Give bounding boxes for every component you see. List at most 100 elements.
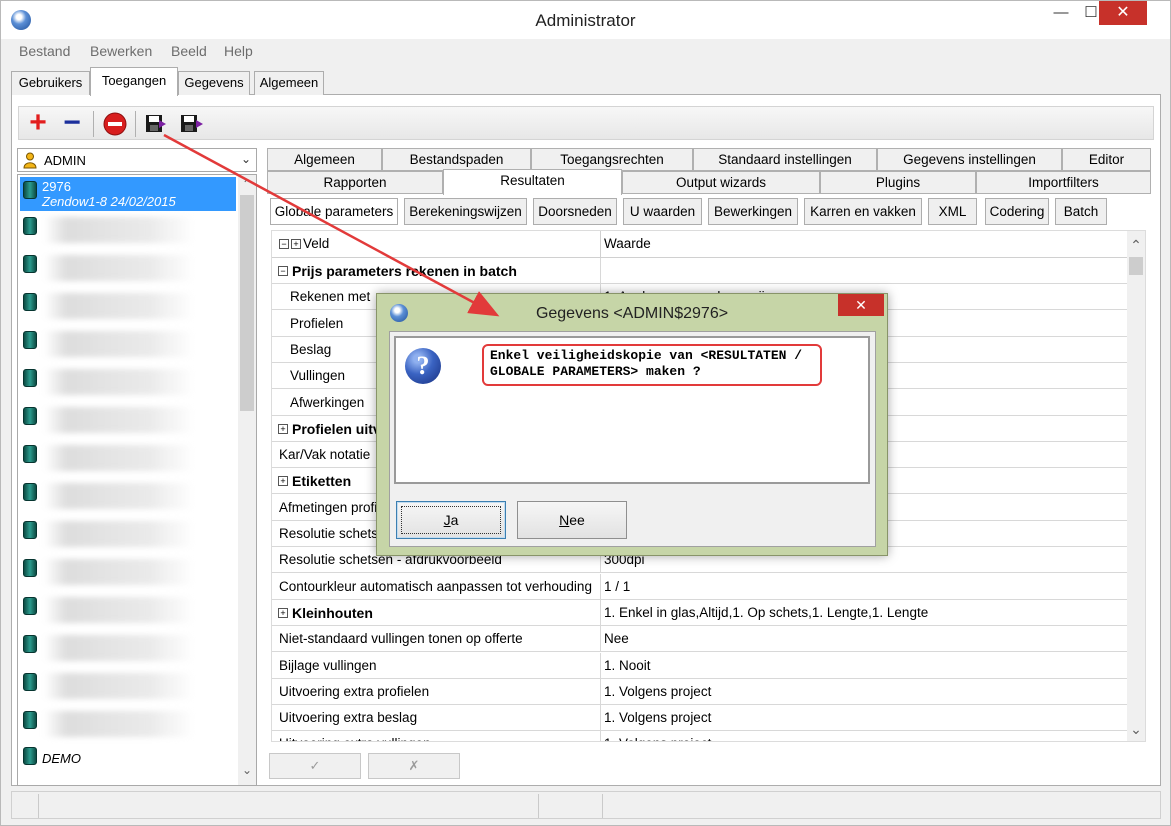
toolbar-separator	[135, 111, 136, 137]
list-item[interactable]	[20, 327, 236, 361]
row-value[interactable]: 1. Volgens project	[602, 731, 1127, 741]
tab-rapporten[interactable]: Rapporten	[267, 171, 443, 194]
list-item[interactable]	[20, 289, 236, 323]
chevron-down-icon[interactable]: ⌄	[241, 152, 251, 166]
list-item[interactable]	[20, 707, 236, 741]
save-import-icon[interactable]	[179, 111, 205, 137]
row-value[interactable]	[602, 258, 1127, 284]
list-item[interactable]	[20, 593, 236, 627]
tab-output-wizards[interactable]: Output wizards	[622, 171, 820, 194]
u-waarden-button[interactable]: U waarden	[623, 198, 702, 225]
add-icon[interactable]: +	[25, 108, 51, 138]
expand-all-icon[interactable]: +	[291, 239, 301, 250]
tab-plugins[interactable]: Plugins	[820, 171, 976, 194]
tab-resultaten[interactable]: Resultaten	[443, 169, 622, 195]
list-item[interactable]	[20, 479, 236, 513]
batch-button[interactable]: Batch	[1055, 198, 1107, 225]
list-item[interactable]	[20, 365, 236, 399]
tab-toegangen[interactable]: Toegangen	[90, 67, 178, 96]
list-item[interactable]	[20, 251, 236, 285]
tab-editor[interactable]: Editor	[1062, 148, 1151, 171]
tab-importfilters[interactable]: Importfilters	[976, 171, 1151, 194]
tab-toegangsrechten[interactable]: Toegangsrechten	[531, 148, 693, 171]
globale-parameters-button[interactable]: Globale parameters	[270, 198, 398, 225]
tab-standaard-instellingen[interactable]: Standaard instellingen	[693, 148, 877, 171]
scroll-down-icon[interactable]: ⌄	[1127, 721, 1145, 738]
table-row[interactable]: Contourkleur automatisch aanpassen tot v…	[272, 573, 1127, 600]
scroll-thumb[interactable]	[1129, 257, 1143, 275]
row-field: Uitvoering extra vullingen	[272, 731, 601, 741]
menu-bewerken[interactable]: Bewerken	[90, 43, 152, 59]
table-row[interactable]: Uitvoering extra vullingen1. Volgens pro…	[272, 731, 1127, 741]
scroll-thumb[interactable]	[240, 195, 254, 411]
list-item[interactable]	[20, 403, 236, 437]
confirm-button[interactable]: ✓	[269, 753, 361, 779]
database-subtitle: Zendow1-8 24/02/2015	[42, 194, 176, 209]
dialog-title: Gegevens <ADMIN$2976>	[535, 305, 729, 322]
no-button[interactable]: Nee	[517, 501, 627, 539]
row-field: Prijs parameters rekenen in batch	[272, 258, 601, 284]
row-value[interactable]: 1. Enkel in glas,Altijd,1. Op schets,1. …	[602, 600, 1127, 626]
dialog-message-line: GLOBALE PARAMETERS> maken ?	[490, 364, 701, 379]
minimize-button[interactable]: —	[1044, 1, 1078, 25]
table-row[interactable]: Uitvoering extra beslag 1. Volgens projec…	[272, 705, 1127, 732]
dialog-body: ? Enkel veiligheidskopie van <RESULTATEN…	[389, 331, 876, 547]
status-bar	[11, 791, 1161, 819]
table-row[interactable]: + Kleinhouten 1. Enkel in glas,Altijd,1. O…	[272, 599, 1127, 626]
berekeningswijzen-button[interactable]: Berekeningswijzen	[404, 198, 527, 225]
redacted-text	[44, 635, 194, 661]
tab-gegevens-instellingen[interactable]: Gegevens instellingen	[877, 148, 1062, 171]
list-item[interactable]	[20, 669, 236, 703]
bewerkingen-button[interactable]: Bewerkingen	[708, 198, 798, 225]
stop-icon[interactable]	[102, 111, 128, 137]
table-row[interactable]: Niet-standaard vullingen tonen op offert…	[272, 626, 1127, 653]
list-item[interactable]	[20, 441, 236, 475]
close-button[interactable]: ✕	[1099, 1, 1147, 25]
list-item[interactable]: DEMO	[20, 743, 236, 777]
database-icon	[23, 483, 37, 501]
scroll-down-icon[interactable]: ⌄	[238, 763, 256, 777]
tab-bestandspaden[interactable]: Bestandspaden	[382, 148, 531, 171]
menu-bestand[interactable]: Bestand	[19, 43, 70, 59]
scroll-up-icon[interactable]: ⌃	[238, 177, 256, 191]
tab-gebruikers[interactable]: Gebruikers	[11, 71, 90, 95]
dialog-message-line: Enkel veiligheidskopie van <RESULTATEN /	[490, 348, 803, 363]
database-list[interactable]: 2976 Zendow1-8 24/02/2015 DEMO ⌃ ⌄	[17, 174, 257, 786]
list-item[interactable]	[20, 213, 236, 247]
tab-gegevens[interactable]: Gegevens	[178, 71, 250, 95]
user-combo[interactable]: ADMIN ⌄	[17, 148, 257, 172]
grid-scrollbar[interactable]: ⌃ ⌄	[1127, 231, 1145, 741]
table-row[interactable]: − Prijs parameters rekenen in batch	[272, 258, 1127, 284]
dialog-close-button[interactable]: ✕	[838, 294, 884, 316]
table-row[interactable]: Bijlage vullingen 1. Nooit	[272, 652, 1127, 679]
list-item[interactable]: 2976 Zendow1-8 24/02/2015	[20, 177, 236, 211]
codering-button[interactable]: Codering	[985, 198, 1049, 225]
collapse-all-icon[interactable]: −	[279, 239, 289, 250]
list-scrollbar[interactable]: ⌃ ⌄	[238, 175, 256, 785]
xml-button[interactable]: XML	[928, 198, 977, 225]
save-export-icon[interactable]	[144, 111, 170, 137]
redacted-text	[44, 559, 194, 585]
karren-en-vakken-button[interactable]: Karren en vakken	[804, 198, 922, 225]
tab-algemeen[interactable]: Algemeen	[254, 71, 324, 95]
row-value[interactable]: 1. Volgens project	[602, 705, 1127, 731]
no-accel: N	[559, 512, 570, 528]
doorsneden-button[interactable]: Doorsneden	[533, 198, 617, 225]
cancel-button[interactable]: ✗	[368, 753, 460, 779]
scroll-up-icon[interactable]: ⌃	[1127, 237, 1145, 254]
table-row[interactable]: Uitvoering extra profielen 1. Volgens pro…	[272, 678, 1127, 705]
list-item[interactable]	[20, 517, 236, 551]
menu-beeld[interactable]: Beeld	[171, 43, 207, 59]
tab-algemeen-sub[interactable]: Algemeen	[267, 148, 382, 171]
menu-help[interactable]: Help	[224, 43, 253, 59]
list-item[interactable]	[20, 631, 236, 665]
remove-icon[interactable]: −	[59, 108, 85, 138]
database-icon	[23, 559, 37, 577]
confirm-dialog: Gegevens <ADMIN$2976> ✕ ? Enkel veilighe…	[376, 293, 888, 556]
list-item[interactable]	[20, 555, 236, 589]
row-value[interactable]: 1 / 1	[602, 574, 1127, 600]
row-value[interactable]: 1. Volgens project	[602, 679, 1127, 705]
row-value[interactable]: 1. Nooit	[602, 653, 1127, 679]
yes-button[interactable]: Ja	[396, 501, 506, 539]
row-value[interactable]: Nee	[602, 626, 1127, 652]
